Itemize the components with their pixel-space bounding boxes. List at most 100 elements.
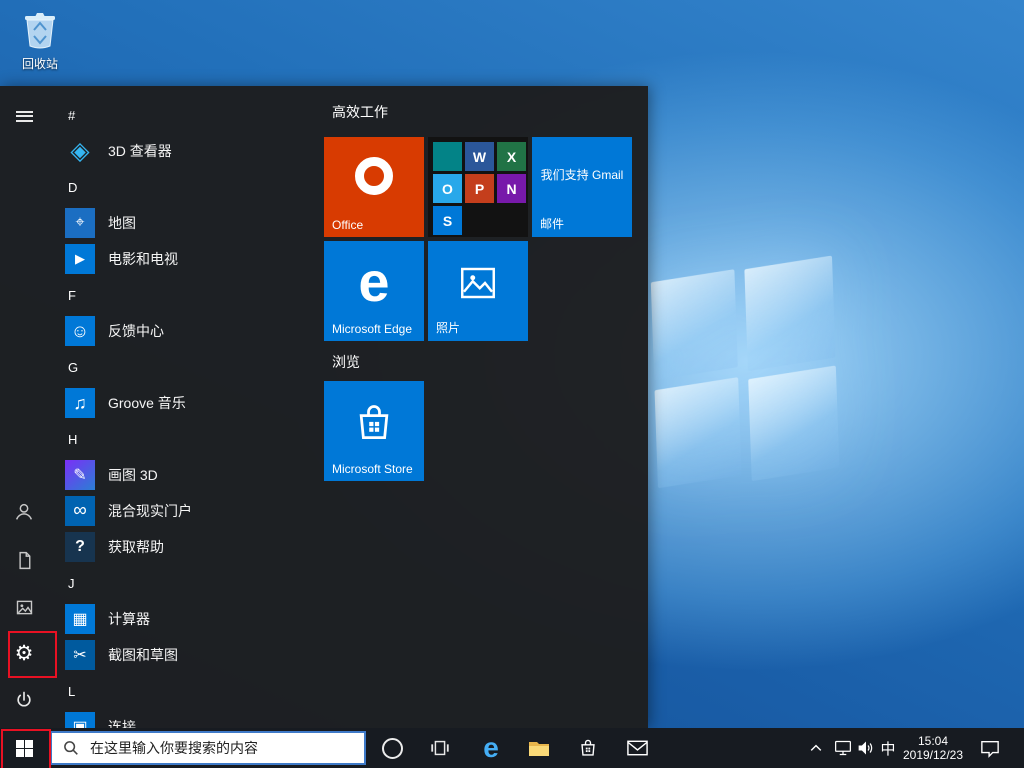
app-list-item[interactable]: ☺ 反馈中心 <box>48 313 320 349</box>
app-list-item[interactable]: ⌖ 地图 <box>48 205 320 241</box>
tile-label: 照片 <box>436 319 460 336</box>
power-icon <box>14 690 34 710</box>
recycle-bin-shortcut[interactable]: 回收站 <box>13 9 67 72</box>
app-label: 截图和草图 <box>108 645 178 665</box>
app-label: 反馈中心 <box>108 321 164 341</box>
app-section-header[interactable]: G <box>48 349 320 385</box>
action-center-icon <box>979 739 1001 758</box>
taskbar-mail-button[interactable] <box>625 737 649 759</box>
photos-icon <box>457 262 499 304</box>
action-center-button[interactable] <box>978 738 1002 758</box>
taskbar-store-button[interactable] <box>576 735 600 761</box>
tile-group-title[interactable]: 浏览 <box>332 352 360 372</box>
app-label: 计算器 <box>108 609 150 629</box>
chevron-up-icon <box>808 741 824 755</box>
app-section-header[interactable]: L <box>48 673 320 709</box>
gear-icon: ⚙ <box>15 643 34 664</box>
tray-expand-button[interactable] <box>806 739 826 757</box>
app-label: 地图 <box>108 213 136 233</box>
tile-mail[interactable]: 我们支持 Gmail 邮件 <box>532 137 632 237</box>
wallpaper-logo-pane <box>655 377 742 488</box>
mini-tile-word-icon: W <box>465 142 494 171</box>
app-label: 画图 3D <box>108 465 158 485</box>
taskbar-search[interactable] <box>50 731 366 765</box>
edge-logo-icon: e <box>324 249 424 314</box>
app-label: 3D 查看器 <box>108 141 172 161</box>
tile-label: Microsoft Store <box>332 462 413 476</box>
folder-mini-tiles: W X O P N S <box>433 142 526 235</box>
windows-wallpaper-logo <box>646 255 844 491</box>
tile-group-title[interactable]: 高效工作 <box>332 102 388 122</box>
taskbar-edge-button[interactable]: e <box>477 730 505 766</box>
mail-tile-message: 我们支持 Gmail <box>532 167 632 183</box>
paint-3d-icon: ✎ <box>65 460 95 490</box>
power-button[interactable] <box>0 676 48 724</box>
pictures-button[interactable] <box>0 583 48 631</box>
recycle-bin-icon <box>21 9 59 49</box>
app-section-header[interactable]: # <box>48 97 320 133</box>
windows-logo-icon <box>16 740 33 757</box>
settings-button[interactable]: ⚙ <box>0 629 48 677</box>
mini-tile-skype-icon: S <box>433 206 462 235</box>
hamburger-icon <box>16 108 33 124</box>
mini-tile-onenote-icon: N <box>497 174 526 203</box>
app-label: 电影和电视 <box>108 249 178 269</box>
app-list-item[interactable]: ✎ 画图 3D <box>48 457 320 493</box>
file-explorer-button[interactable] <box>527 736 551 760</box>
tile-photos[interactable]: 照片 <box>428 241 528 341</box>
get-help-icon: ? <box>65 532 95 562</box>
expand-menu-button[interactable] <box>0 92 48 140</box>
search-icon <box>62 739 80 757</box>
wallpaper-logo-pane <box>651 269 738 380</box>
app-list-item[interactable]: ◈ 3D 查看器 <box>48 133 320 169</box>
network-icon <box>833 739 853 757</box>
movies-tv-icon: ▶ <box>65 244 95 274</box>
wallpaper-logo-pane <box>748 365 839 481</box>
app-label: 连接 <box>108 717 136 728</box>
volume-button[interactable] <box>855 738 877 758</box>
app-list-item[interactable]: ♫ Groove 音乐 <box>48 385 320 421</box>
clock-time: 15:04 <box>902 734 964 748</box>
app-section-header[interactable]: J <box>48 565 320 601</box>
edge-icon: e <box>483 734 499 762</box>
tile-office[interactable]: Office <box>324 137 424 237</box>
app-list-item[interactable]: ▶ 电影和电视 <box>48 241 320 277</box>
pictures-icon <box>14 597 35 618</box>
tile-label: Office <box>332 218 363 232</box>
tile-microsoft-edge[interactable]: e Microsoft Edge <box>324 241 424 341</box>
mail-icon <box>626 738 649 758</box>
user-account-button[interactable] <box>0 488 48 536</box>
app-list-item[interactable]: ▦ 计算器 <box>48 601 320 637</box>
app-list-item[interactable]: ✂ 截图和草图 <box>48 637 320 673</box>
start-menu-tiles: 高效工作 Office W X O P N S 我们支持 Gmail 邮件 <box>324 86 648 728</box>
app-label: Groove 音乐 <box>108 393 186 413</box>
task-view-button[interactable] <box>428 736 452 760</box>
network-button[interactable] <box>832 738 854 758</box>
app-label: 获取帮助 <box>108 537 164 557</box>
mini-tile-outlook-icon: O <box>433 174 462 203</box>
taskbar: e <box>0 728 1024 768</box>
groove-music-icon: ♫ <box>65 388 95 418</box>
feedback-hub-icon: ☺ <box>65 316 95 346</box>
start-menu: ⚙ # ◈ 3D 查看器 D ⌖ 地图 ▶ 电影和电视 <box>0 86 648 728</box>
speaker-icon <box>856 739 876 757</box>
app-list-item[interactable]: ∞ 混合现实门户 <box>48 493 320 529</box>
documents-button[interactable] <box>0 536 48 584</box>
search-input[interactable] <box>88 732 364 764</box>
mixed-reality-portal-icon: ∞ <box>65 496 95 526</box>
snip-sketch-icon: ✂ <box>65 640 95 670</box>
app-list-item[interactable]: ? 获取帮助 <box>48 529 320 565</box>
3d-viewer-icon: ◈ <box>65 136 95 166</box>
ime-indicator[interactable]: 中 <box>877 737 899 759</box>
tile-label: Microsoft Edge <box>332 322 412 336</box>
tile-office-apps-folder[interactable]: W X O P N S <box>428 137 528 237</box>
app-section-header[interactable]: H <box>48 421 320 457</box>
taskbar-clock[interactable]: 15:04 2019/12/23 <box>902 734 964 762</box>
start-button[interactable] <box>0 728 48 768</box>
tile-microsoft-store[interactable]: Microsoft Store <box>324 381 424 481</box>
app-list-item[interactable]: ▣ 连接 <box>48 709 320 728</box>
app-section-header[interactable]: D <box>48 169 320 205</box>
desktop-screen: 回收站 <box>0 0 1024 768</box>
cortana-button[interactable] <box>380 736 404 760</box>
app-section-header[interactable]: F <box>48 277 320 313</box>
